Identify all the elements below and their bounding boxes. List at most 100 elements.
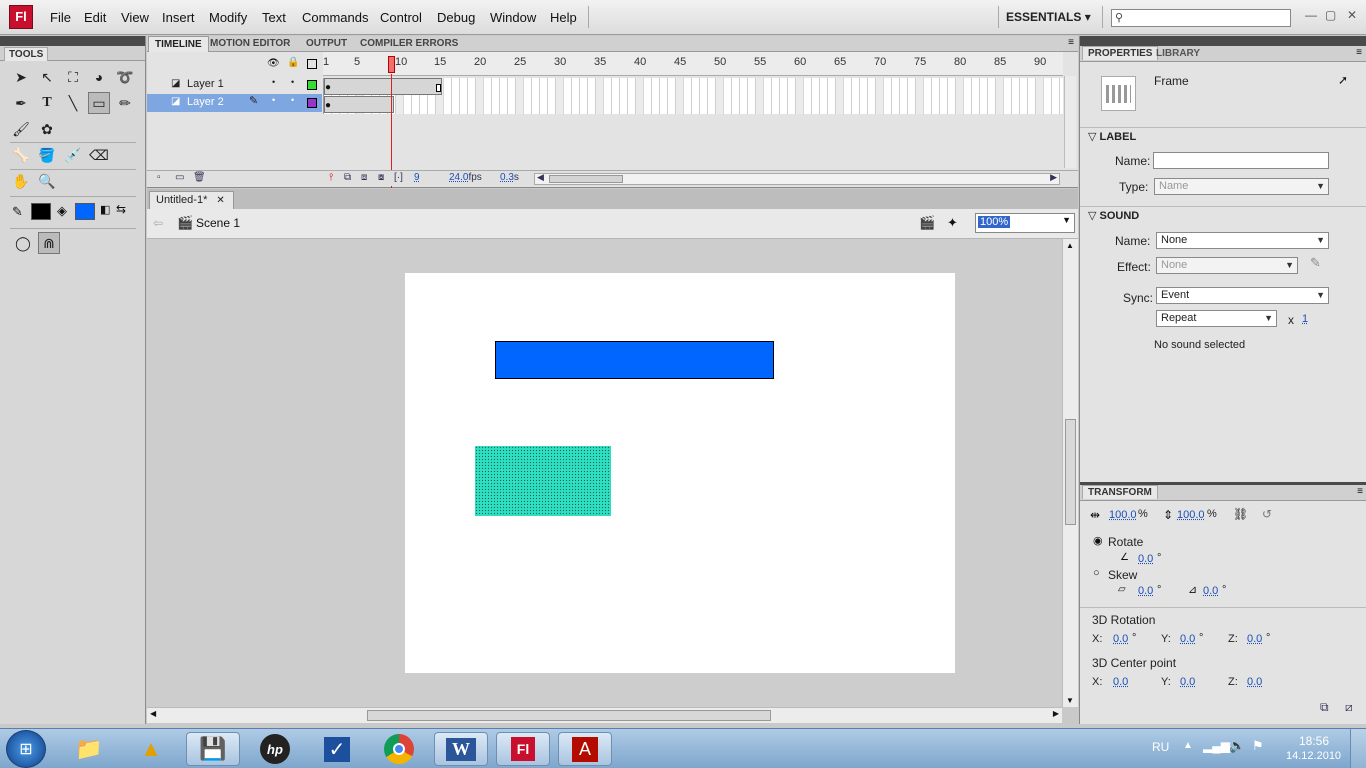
menu-text[interactable]: Text (262, 10, 286, 25)
scroll-down-icon[interactable]: ▼ (1066, 696, 1074, 705)
help-icon[interactable]: ➚ (1338, 73, 1348, 87)
close-window-button[interactable]: ✕ (1347, 8, 1357, 22)
menu-debug[interactable]: Debug (437, 10, 475, 25)
scale-width[interactable]: 100.0 (1109, 509, 1137, 521)
hp-taskbar-icon[interactable]: hp (248, 732, 302, 766)
zoom-tool-icon[interactable]: 🔍 (36, 170, 58, 192)
outline-layers-icon[interactable] (307, 59, 317, 69)
menu-modify[interactable]: Modify (209, 10, 247, 25)
menu-commands[interactable]: Commands (302, 10, 368, 25)
timeline-hscroll[interactable]: ◀ ▶ (534, 172, 1060, 185)
workspace-switcher[interactable]: ESSENTIALS ▾ (1006, 10, 1091, 24)
menu-help[interactable]: Help (550, 10, 577, 25)
back-arrow-icon[interactable]: ⇦ (153, 216, 163, 230)
panel-menu-icon[interactable]: ≡ (1068, 37, 1074, 48)
rotate-value[interactable]: 0.0 (1138, 553, 1153, 565)
chevron-down-icon[interactable]: ▼ (1062, 215, 1071, 225)
menu-view[interactable]: View (121, 10, 149, 25)
label-type-select[interactable]: Name ▼ (1154, 178, 1329, 195)
document-tab[interactable]: Untitled-1* ✕ (149, 191, 234, 209)
volume-icon[interactable]: 🔈 (1229, 738, 1245, 754)
flash-taskbar-icon[interactable]: Fl (496, 732, 550, 766)
selected-teal-rectangle-shape[interactable] (475, 446, 611, 516)
line-tool-icon[interactable]: ╲ (62, 92, 84, 114)
lock-dot-icon[interactable]: • (291, 95, 294, 105)
menu-file[interactable]: File (50, 10, 71, 25)
show-desktop-button[interactable] (1350, 729, 1366, 768)
skew-h-value[interactable]: 0.0 (1138, 585, 1153, 597)
delete-layer-icon[interactable]: 🗑 (193, 172, 206, 183)
sound-section-header[interactable]: ▽ SOUND (1088, 209, 1139, 222)
start-button[interactable]: ⊞ (6, 730, 46, 768)
sound-name-select[interactable]: None ▼ (1156, 232, 1329, 249)
layer-name[interactable]: Layer 2 (187, 96, 224, 108)
stage-hscroll[interactable]: ◀ ▶ (147, 707, 1062, 723)
chrome-taskbar-icon[interactable] (372, 732, 426, 766)
menu-control[interactable]: Control (380, 10, 422, 25)
new-folder-icon[interactable]: ▭ (175, 172, 184, 183)
layer-1-frames[interactable] (324, 78, 442, 95)
scroll-right-icon[interactable]: ▶ (1053, 709, 1059, 718)
stroke-color-swatch[interactable] (31, 203, 51, 220)
black-white-icon[interactable]: ◧ (100, 203, 110, 216)
blue-rectangle-shape[interactable] (495, 341, 774, 379)
layer-row-1[interactable]: ◪ Layer 1 • • (147, 76, 322, 94)
duplicate-transform-icon[interactable]: ⧉ (1320, 700, 1329, 715)
visibility-dot-icon[interactable]: • (272, 77, 275, 87)
clock-date[interactable]: 14.12.2010 (1286, 750, 1341, 762)
scroll-left-icon[interactable]: ◀ (537, 172, 544, 183)
tab-library[interactable]: LIBRARY (1156, 48, 1200, 59)
center-frame-icon[interactable]: ⫯ (329, 172, 333, 183)
clock-time[interactable]: 18:56 (1299, 734, 1329, 748)
rot-y-value[interactable]: 0.0 (1180, 633, 1195, 645)
skew-v-value[interactable]: 0.0 (1203, 585, 1218, 597)
rotate-radio[interactable]: ◉ (1093, 534, 1103, 547)
lock-dot-icon[interactable]: • (291, 77, 294, 87)
new-layer-icon[interactable]: ▫ (157, 172, 161, 183)
scroll-thumb[interactable] (1065, 419, 1076, 525)
3d-rotation-tool-icon[interactable]: ◕ (88, 66, 110, 88)
drive-taskbar-icon[interactable]: ▲ (124, 732, 178, 766)
skew-radio[interactable]: ○ (1093, 567, 1100, 579)
subselection-tool-icon[interactable]: ↖ (36, 66, 58, 88)
tab-properties[interactable]: PROPERTIES (1082, 46, 1159, 60)
lock-layers-icon[interactable]: 🔒 (287, 57, 299, 68)
playhead[interactable] (388, 56, 395, 73)
edit-envelope-icon[interactable]: ✎ (1310, 255, 1321, 271)
object-drawing-icon[interactable]: ◯ (12, 232, 34, 254)
bone-tool-icon[interactable]: 🦴 (10, 144, 32, 166)
scroll-thumb[interactable] (367, 710, 771, 721)
elapsed-time[interactable]: 0.3s (500, 172, 519, 183)
selection-tool-icon[interactable]: ➤ (10, 66, 32, 88)
tab-timeline[interactable]: TIMELINE (148, 36, 209, 52)
stage-vscroll[interactable]: ▲ ▼ (1062, 239, 1078, 707)
frame-rate[interactable]: 24.0fps (449, 172, 482, 183)
reset-transform-icon[interactable]: ⧄ (1345, 700, 1353, 715)
show-hidden-icons-icon[interactable]: ▲ (1183, 740, 1193, 751)
layer-row-2[interactable]: ◪ Layer 2 ✎ • • (147, 94, 322, 112)
scroll-up-icon[interactable]: ▲ (1066, 241, 1074, 250)
tab-output[interactable]: OUTPUT (300, 36, 353, 52)
menu-insert[interactable]: Insert (162, 10, 195, 25)
timeline-vscroll[interactable] (1064, 76, 1076, 168)
language-indicator[interactable]: RU (1152, 740, 1169, 754)
layer-outline-color[interactable] (307, 98, 317, 108)
scroll-left-icon[interactable]: ◀ (150, 709, 156, 718)
center-x-value[interactable]: 0.0 (1113, 676, 1128, 688)
current-frame[interactable]: 9 (414, 172, 420, 183)
swap-colors-icon[interactable]: ⇆ (116, 202, 126, 216)
pen-tool-icon[interactable]: ✒ (10, 92, 32, 114)
explorer-taskbar-icon[interactable]: 📁 (62, 732, 116, 766)
layer-outline-color[interactable] (307, 80, 317, 90)
snap-to-objects-icon[interactable]: ⋒ (38, 232, 60, 254)
panel-menu-icon[interactable]: ≡ (1357, 486, 1363, 497)
onion-skin-icon[interactable]: ⧉ (344, 172, 351, 183)
panel-menu-icon[interactable]: ≡ (1356, 47, 1362, 58)
edit-symbols-icon[interactable]: ✦ (947, 215, 958, 231)
rot-x-value[interactable]: 0.0 (1113, 633, 1128, 645)
show-hide-layers-icon[interactable]: 👁 (267, 58, 280, 69)
acrobat-taskbar-icon[interactable]: A (558, 732, 612, 766)
menu-window[interactable]: Window (490, 10, 536, 25)
network-icon[interactable]: ▂▄▆ (1203, 739, 1230, 753)
center-z-value[interactable]: 0.0 (1247, 676, 1262, 688)
